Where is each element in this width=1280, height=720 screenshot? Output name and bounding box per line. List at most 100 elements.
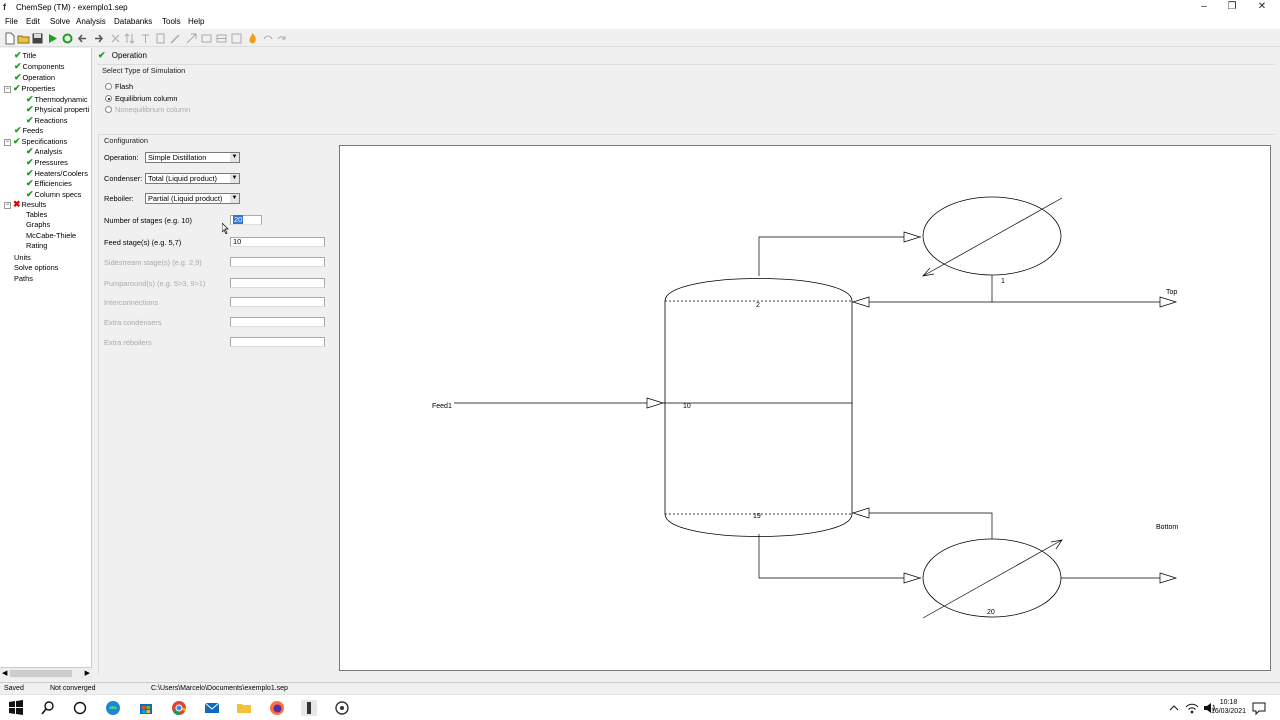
restore-button[interactable]: ❐	[1217, 0, 1247, 15]
store-icon[interactable]	[138, 700, 154, 716]
stages-input[interactable]: 20	[230, 215, 262, 225]
cortana-icon[interactable]	[72, 700, 88, 716]
menu-analysis[interactable]: Analysis	[76, 17, 106, 26]
redo-icon[interactable]	[276, 32, 289, 45]
tree-item-label: Paths	[14, 274, 33, 283]
extra-condensers-input[interactable]	[230, 317, 325, 327]
tree-item-paths[interactable]: Paths	[14, 274, 33, 284]
tree-item-efficiencies[interactable]: ✔Efficiencies	[26, 178, 72, 188]
tree-item-heaters-coolers[interactable]: ✔Heaters/Coolers	[26, 168, 88, 178]
chevron-up-icon[interactable]	[1166, 700, 1182, 716]
tree-item-pressures[interactable]: ✔Pressures	[26, 157, 68, 167]
tree-item-title[interactable]: ✔Title	[14, 50, 36, 60]
tree-item-specifications[interactable]: − ✔Specifications	[4, 136, 67, 146]
tree-item-thermodynamic[interactable]: ✔Thermodynamic	[26, 94, 88, 104]
feed-stages-input[interactable]: 10	[230, 237, 325, 247]
menu-edit[interactable]: Edit	[26, 17, 40, 26]
tab-operation[interactable]: ✔ Operation	[98, 50, 147, 62]
tree-expander-icon[interactable]: −	[4, 202, 11, 209]
chevron-down-icon[interactable]: ▼	[230, 153, 239, 162]
edge-browser-icon[interactable]	[105, 700, 121, 716]
radio-flash-dot[interactable]	[105, 83, 112, 90]
tree-expander-icon[interactable]: −	[4, 139, 11, 146]
format-icon[interactable]	[154, 32, 167, 45]
condenser-diagonal	[922, 197, 1063, 277]
tree-item-column-specs[interactable]: ✔Column specs	[26, 189, 81, 199]
reboiler-stage-label: 20	[987, 609, 995, 616]
app-gear-icon[interactable]	[334, 700, 350, 716]
save-icon[interactable]	[31, 32, 44, 45]
menu-solve[interactable]: Solve	[50, 17, 70, 26]
title-bar: f ChemSep (TM) - exemplo1.sep – ❐ ✕	[0, 0, 1280, 15]
operation-select[interactable]: Simple Distillation ▼	[145, 152, 240, 163]
tree-horizontal-scrollbar[interactable]: ◀ ▶	[0, 667, 92, 679]
edit-icon[interactable]	[169, 32, 182, 45]
scrollbar-thumb[interactable]	[10, 670, 72, 677]
back-icon[interactable]	[76, 32, 89, 45]
chrome-icon[interactable]	[171, 700, 187, 716]
tree-item-graphs[interactable]: Graphs	[26, 220, 50, 230]
tool-icon-4[interactable]	[230, 32, 243, 45]
extra-reboilers-input[interactable]	[230, 337, 325, 347]
tree-item-label: Title	[22, 51, 37, 60]
radio-equilibrium-dot[interactable]	[105, 95, 112, 102]
close-button[interactable]: ✕	[1247, 0, 1277, 15]
chemsep-taskbar-icon[interactable]	[301, 700, 317, 716]
scroll-left-icon[interactable]: ◀	[2, 669, 7, 677]
scroll-right-icon[interactable]: ▶	[85, 669, 90, 677]
reboiler-select[interactable]: Partial (Liquid product) ▼	[145, 193, 240, 204]
delete-icon[interactable]	[109, 32, 122, 45]
mail-icon[interactable]	[204, 700, 220, 716]
minimize-button[interactable]: –	[1189, 0, 1219, 15]
menu-databanks[interactable]: Databanks	[114, 17, 152, 26]
tool-icon-2[interactable]	[200, 32, 213, 45]
search-icon[interactable]	[40, 700, 56, 716]
tree-item-results[interactable]: − ✖Results	[4, 199, 46, 209]
radio-flash[interactable]: Flash	[105, 82, 133, 91]
sidestream-input[interactable]	[230, 257, 325, 267]
tree-item-rating[interactable]: Rating	[26, 241, 47, 251]
text-icon[interactable]	[139, 32, 152, 45]
condenser-select[interactable]: Total (Liquid product) ▼	[145, 173, 240, 184]
tree-item-operation[interactable]: ✔Operation	[14, 72, 55, 82]
open-folder-icon[interactable]	[17, 32, 30, 45]
file-explorer-icon[interactable]	[236, 700, 252, 716]
tree-item-mccabe-thiele[interactable]: McCabe-Thiele	[26, 231, 76, 241]
wifi-icon[interactable]	[1184, 700, 1200, 716]
tree-item-components[interactable]: ✔Components	[14, 61, 64, 71]
firefox-icon[interactable]	[269, 700, 285, 716]
forward-icon[interactable]	[92, 32, 105, 45]
system-clock[interactable]: 10:18 16/03/2021	[1211, 698, 1246, 716]
tree-item-feeds[interactable]: ✔Feeds	[14, 125, 43, 135]
tool-icon-1[interactable]	[185, 32, 198, 45]
radio-equilibrium-column[interactable]: Equilibrium column	[105, 94, 177, 103]
flame-icon[interactable]	[246, 32, 259, 45]
chevron-down-icon[interactable]: ▼	[230, 194, 239, 203]
tree-item-physical-properti[interactable]: ✔Physical properti	[26, 104, 89, 114]
tree-item-tables[interactable]: Tables	[26, 210, 47, 220]
new-file-icon[interactable]	[3, 32, 16, 45]
tree-item-reactions[interactable]: ✔Reactions	[26, 115, 67, 125]
menu-help[interactable]: Help	[188, 17, 204, 26]
tree-item-properties[interactable]: − ✔Properties	[4, 83, 55, 93]
tool-icon-3[interactable]	[215, 32, 228, 45]
sort-icon[interactable]	[123, 32, 136, 45]
tree-item-solve-options[interactable]: Solve options	[14, 263, 58, 273]
undo-icon[interactable]	[261, 32, 274, 45]
tree-item-analysis[interactable]: ✔Analysis	[26, 146, 62, 156]
windows-start-icon[interactable]	[8, 700, 24, 716]
check-icon: ✔	[14, 125, 22, 135]
boilup-arrow-icon	[851, 507, 870, 519]
notification-icon[interactable]	[1251, 700, 1267, 716]
menu-file[interactable]: File	[5, 17, 18, 26]
check-icon: ✔	[26, 94, 34, 104]
chevron-down-icon[interactable]: ▼	[230, 174, 239, 183]
menu-tools[interactable]: Tools	[162, 17, 181, 26]
refresh-icon[interactable]	[61, 32, 74, 45]
tree-item-units[interactable]: Units	[14, 253, 31, 263]
tree-expander-icon[interactable]: −	[4, 86, 11, 93]
pumparounds-input[interactable]	[230, 278, 325, 288]
interconnections-input[interactable]	[230, 297, 325, 307]
run-icon[interactable]	[46, 32, 59, 45]
check-icon: ✔	[26, 104, 34, 114]
